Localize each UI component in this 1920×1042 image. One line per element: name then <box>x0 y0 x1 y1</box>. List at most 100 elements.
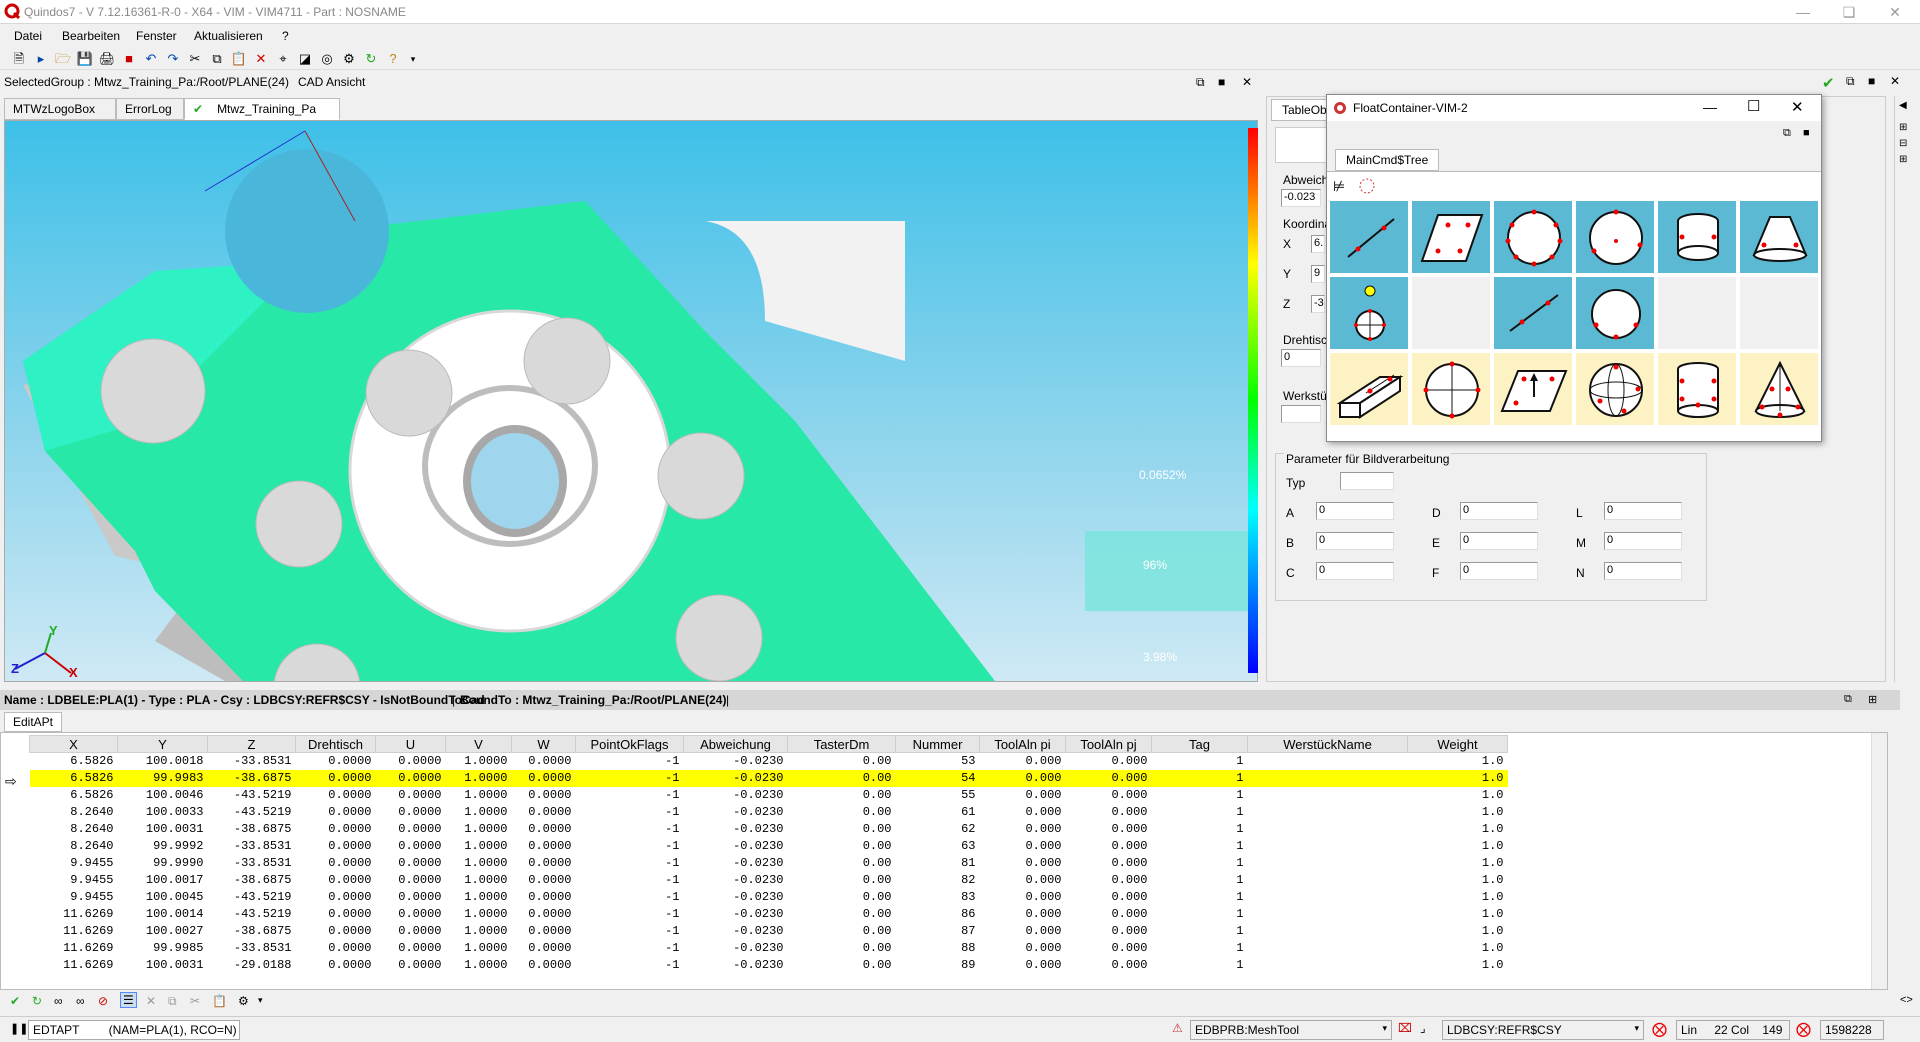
col-toolaln-pi[interactable]: ToolAln pi <box>979 735 1066 753</box>
tab-maincmd-tree[interactable]: MainCmd$Tree <box>1335 149 1440 171</box>
error-icon[interactable]: ⨂ <box>1652 1020 1667 1038</box>
col-u[interactable]: U <box>375 735 446 753</box>
table-cell[interactable]: 0.0000 <box>376 906 446 923</box>
table-cell[interactable]: 0.000 <box>1065 769 1152 787</box>
table-cell[interactable]: 0.000 <box>980 923 1066 940</box>
col-werkstueckname[interactable]: WerstückName <box>1247 735 1408 753</box>
table-cell[interactable]: 1.0000 <box>445 769 512 787</box>
table-row[interactable]: 11.6269 99.9985 -33.8531 0.0000 0.0000 1.0000… <box>30 940 1508 957</box>
tab-mtwz-training[interactable]: ✔ Mtwz_Training_Pa <box>184 98 340 120</box>
col-x[interactable]: X <box>29 735 118 753</box>
table-cell[interactable]: 100.0014 <box>118 906 208 923</box>
table-row[interactable]: 6.5826 100.0018 -33.8531 0.0000 0.0000 1.0000… <box>30 753 1508 770</box>
param-d-field[interactable]: 0 <box>1460 502 1538 520</box>
param-b-field[interactable]: 0 <box>1316 532 1394 550</box>
table-cell[interactable]: -1 <box>576 753 684 770</box>
measure-icon[interactable]: ◪ <box>296 50 314 68</box>
table-cell[interactable]: 1.0 <box>1408 787 1508 804</box>
table-cell[interactable]: 100.0046 <box>118 787 208 804</box>
table-cell[interactable]: 1.0 <box>1408 821 1508 838</box>
probe-icon[interactable]: ⊭ <box>1333 178 1345 195</box>
cmd-circle[interactable] <box>1493 200 1573 274</box>
table-cell[interactable]: 0.0000 <box>376 889 446 906</box>
table-cell[interactable]: -38.6875 <box>208 821 296 838</box>
table-cell[interactable]: -33.8531 <box>208 940 296 957</box>
refresh-icon[interactable]: ↻ <box>32 994 42 1008</box>
param-e-field[interactable]: 0 <box>1460 532 1538 550</box>
table-cell[interactable]: 6.5826 <box>30 787 118 804</box>
table-cell[interactable]: 0.0000 <box>295 769 376 787</box>
accept-icon[interactable]: ✔ <box>10 994 20 1008</box>
abweichung-field[interactable]: -0.023 <box>1281 189 1321 207</box>
table-cell[interactable]: 1.0000 <box>446 872 512 889</box>
table-cell[interactable]: -1 <box>576 923 684 940</box>
table-cell[interactable]: 62 <box>896 821 980 838</box>
table-cell[interactable]: 0.00 <box>788 804 896 821</box>
table-cell[interactable]: 0.000 <box>1066 906 1152 923</box>
table-cell[interactable]: 6.5826 <box>30 753 118 770</box>
table-cell[interactable]: 1.0000 <box>446 855 512 872</box>
table-cell[interactable]: 1.0 <box>1408 838 1508 855</box>
col-w[interactable]: W <box>511 735 576 753</box>
cmd-point-probe[interactable] <box>1329 276 1409 350</box>
table-cell[interactable] <box>1248 804 1408 821</box>
table-cell[interactable]: 0.0000 <box>376 923 446 940</box>
table-cell[interactable]: 1 <box>1152 957 1248 974</box>
table-cell[interactable]: 1.0 <box>1407 769 1508 787</box>
table-cell[interactable]: 0.0000 <box>376 753 446 770</box>
float-icon[interactable]: ⧉ <box>1783 127 1791 140</box>
table-cell[interactable]: 100.0027 <box>118 923 208 940</box>
table-cell[interactable]: 0.00 <box>788 787 896 804</box>
table-cell[interactable]: 0.0000 <box>296 855 376 872</box>
table-cell[interactable]: -43.5219 <box>208 787 296 804</box>
table-cell[interactable]: 1 <box>1152 787 1248 804</box>
param-f-field[interactable]: 0 <box>1460 562 1538 580</box>
refresh-icon[interactable]: ↻ <box>362 50 380 68</box>
coord-x-field[interactable]: 6. <box>1311 235 1325 253</box>
table-row[interactable]: 8.2640 100.0031 -38.6875 0.0000 0.0000 1.0000… <box>30 821 1508 838</box>
table-cell[interactable]: 0.0000 <box>376 821 446 838</box>
table-cell[interactable]: 1.0000 <box>446 804 512 821</box>
table-cell[interactable]: 0.0000 <box>296 923 376 940</box>
werkstueck-field[interactable] <box>1281 405 1321 423</box>
cmd-plane[interactable] <box>1411 200 1491 274</box>
table-cell[interactable]: 0.000 <box>980 753 1066 770</box>
table-cell[interactable]: 0.000 <box>980 906 1066 923</box>
table-cell[interactable]: 0.000 <box>1066 940 1152 957</box>
cmd-cylinder-pts[interactable] <box>1657 352 1737 426</box>
table-cell[interactable]: 1 <box>1152 855 1248 872</box>
table-cell[interactable]: 1 <box>1152 838 1248 855</box>
table-cell[interactable] <box>1247 769 1408 787</box>
table-cell[interactable]: 0.0000 <box>512 923 576 940</box>
table-cell[interactable]: 0.000 <box>1066 855 1152 872</box>
menu-fenster[interactable]: Fenster <box>136 29 177 43</box>
delete-icon[interactable]: ✕ <box>252 50 270 68</box>
table-cell[interactable]: 81 <box>896 855 980 872</box>
cad-viewport[interactable]: 0.0652% 96% 3.98% X Y Z <box>4 120 1258 682</box>
table-cell[interactable]: 86 <box>896 906 980 923</box>
table-cell[interactable]: 0.000 <box>1066 838 1152 855</box>
table-cell[interactable]: 11.6269 <box>30 940 118 957</box>
table-cell[interactable] <box>1248 855 1408 872</box>
table-cell[interactable]: 99.9985 <box>118 940 208 957</box>
close-pane-icon-2[interactable]: ✕ <box>1890 74 1900 88</box>
delete-icon[interactable]: ✕ <box>146 994 156 1008</box>
table-cell[interactable]: 88 <box>896 940 980 957</box>
table-cell[interactable]: 0.000 <box>980 940 1066 957</box>
menu-datei[interactable]: Datei <box>14 29 42 43</box>
col-tag[interactable]: Tag <box>1151 735 1248 753</box>
cmd-box-line[interactable] <box>1329 352 1409 426</box>
param-m-field[interactable]: 0 <box>1604 532 1682 550</box>
table-row[interactable]: 11.6269 100.0031 -29.0188 0.0000 0.0000 1.000… <box>30 957 1508 974</box>
col-weight[interactable]: Weight <box>1407 735 1508 753</box>
pause-icon[interactable]: ❚❚ <box>10 1022 28 1035</box>
table-cell[interactable]: 0.0000 <box>296 872 376 889</box>
table-cell[interactable]: 63 <box>896 838 980 855</box>
table-cell[interactable]: -0.0230 <box>683 769 788 787</box>
table-cell[interactable]: 0.0000 <box>512 889 576 906</box>
table-cell[interactable]: 1.0 <box>1408 889 1508 906</box>
table-cell[interactable]: 0.0000 <box>512 804 576 821</box>
maximize-icon[interactable]: ☐ <box>1747 97 1760 115</box>
cmd-cylinder[interactable] <box>1657 200 1737 274</box>
table-cell[interactable]: 1.0000 <box>446 787 512 804</box>
